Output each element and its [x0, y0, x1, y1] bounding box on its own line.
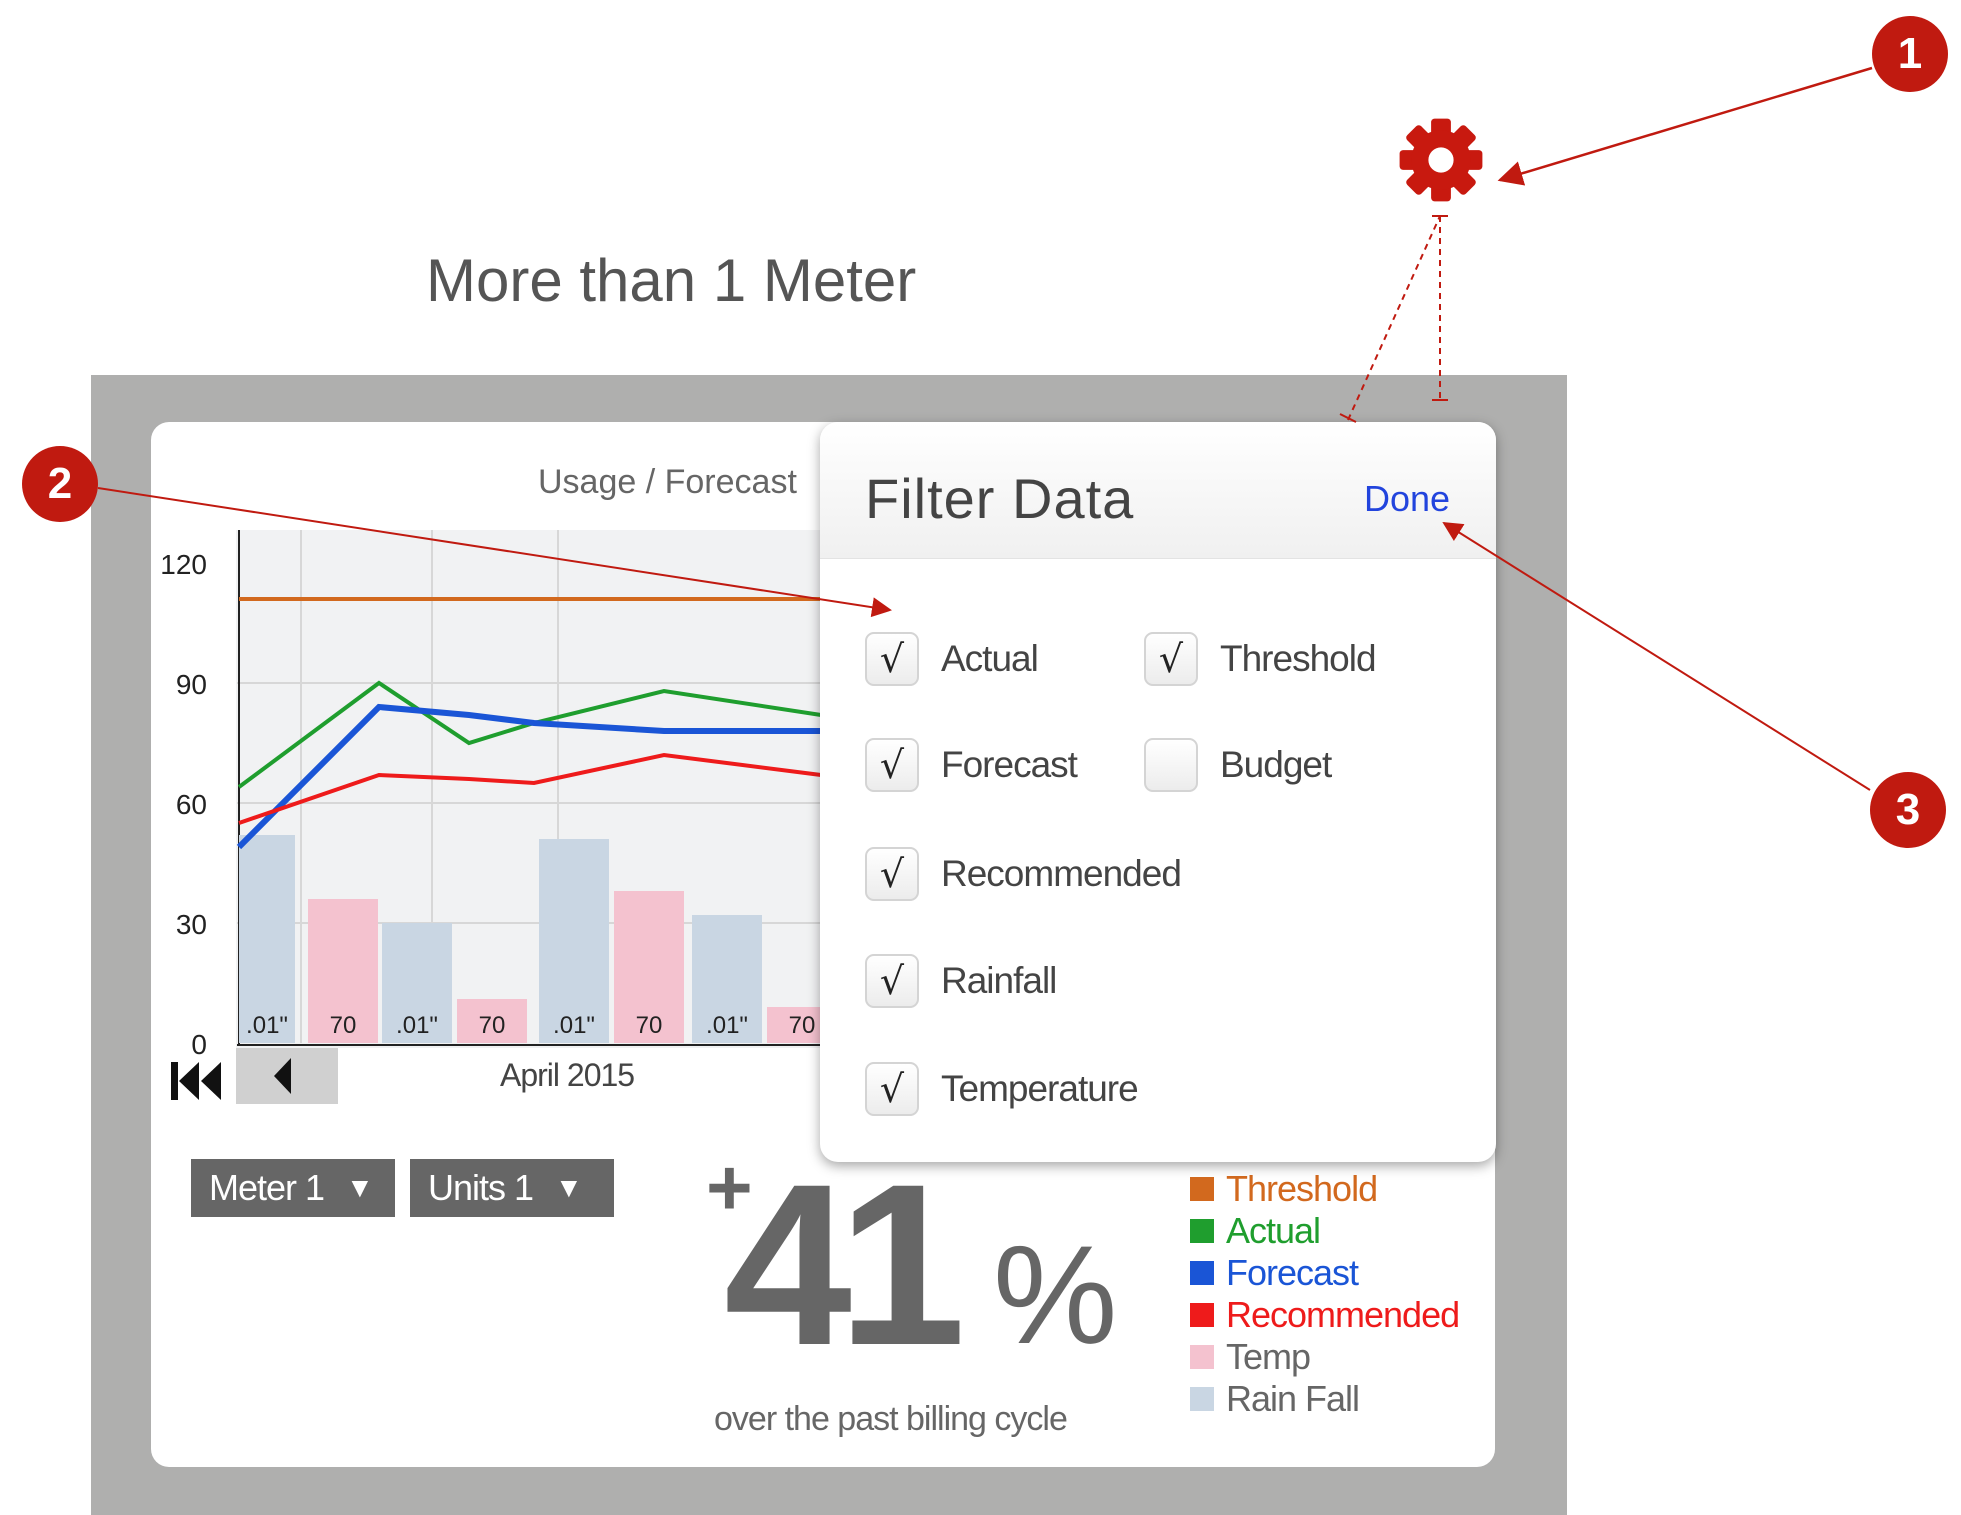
dimension-line-1 — [1347, 215, 1441, 421]
annotation-badge-1: 1 — [1872, 16, 1948, 92]
annotation-badge-3: 3 — [1870, 772, 1946, 848]
annotation-badge-2: 2 — [22, 446, 98, 522]
annotation-arrows — [97, 66, 1873, 791]
annotation-arrow-1 — [1497, 66, 1873, 186]
annotation-arrow-2 — [97, 487, 892, 618]
annotation-arrow-3 — [1442, 521, 1871, 791]
